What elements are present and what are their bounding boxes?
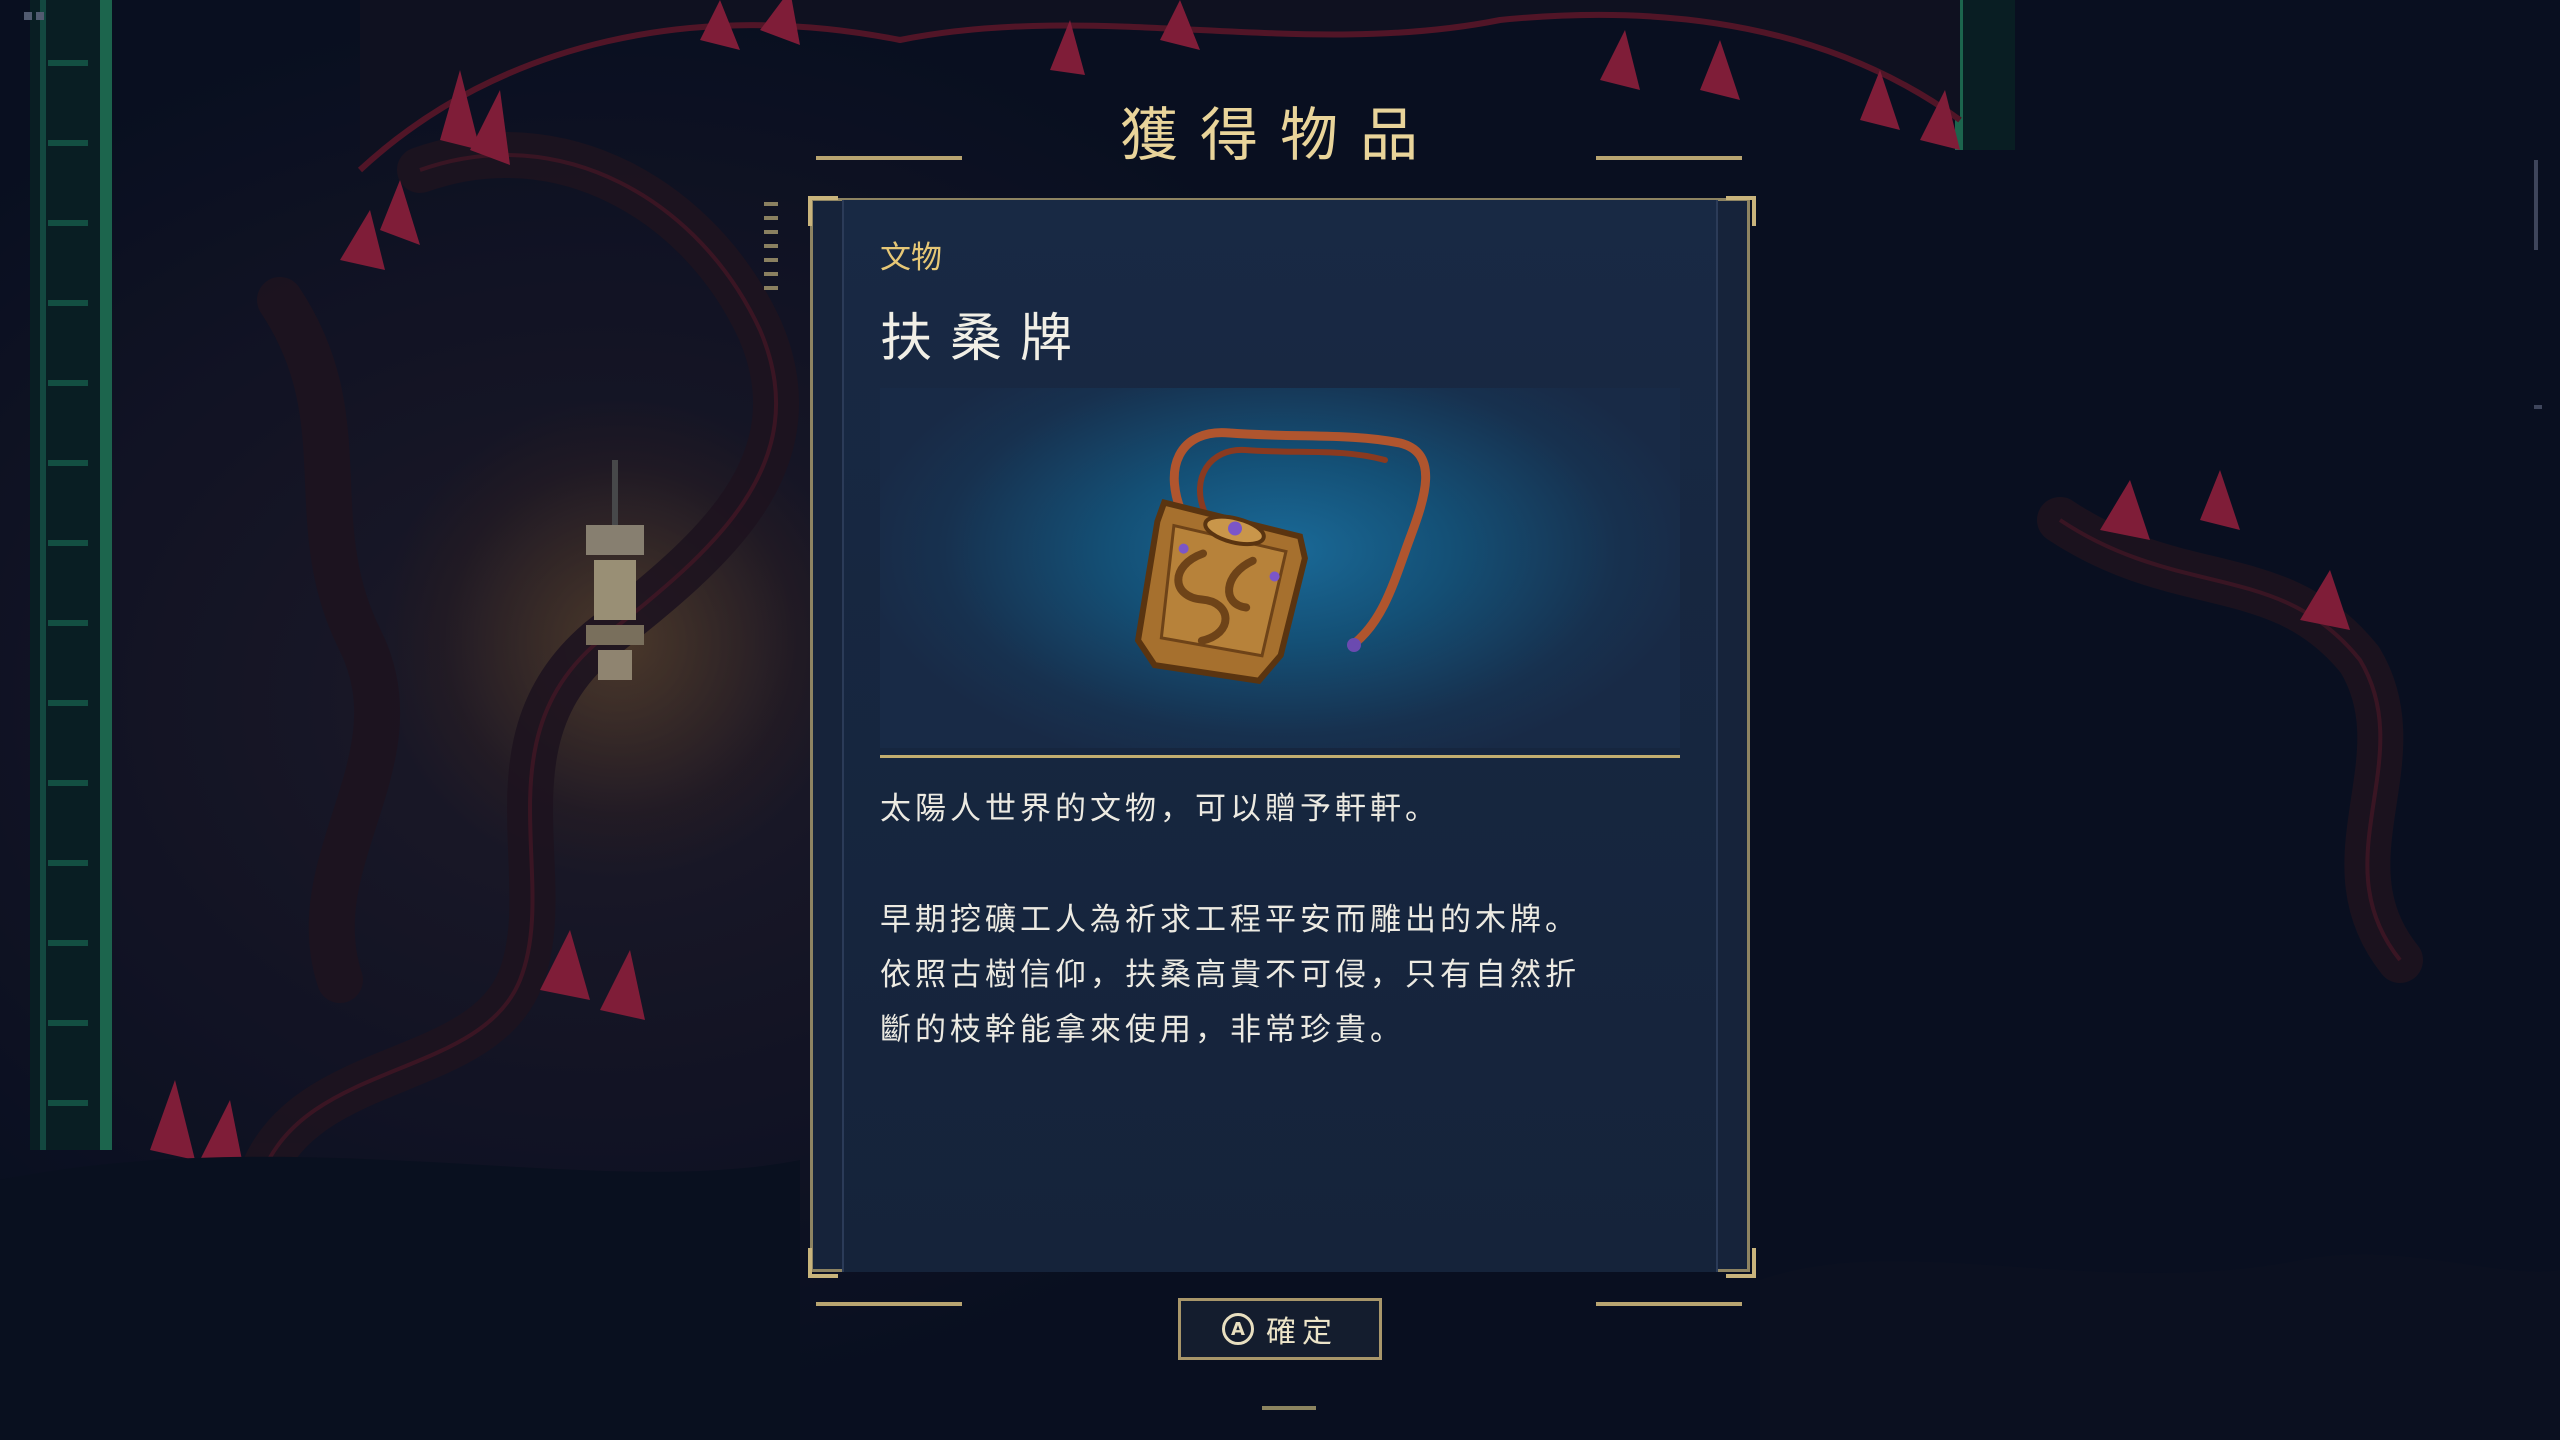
a-button-icon: A bbox=[1222, 1313, 1254, 1345]
corner-bracket bbox=[1726, 196, 1756, 226]
dialog-title: 獲得物品 bbox=[1119, 101, 1440, 169]
item-lore-line: 早期挖礦工人為祈求工程平安而雕出的木牌。 bbox=[880, 902, 1580, 938]
bottom-deco-line-left bbox=[816, 1302, 962, 1306]
panel-side-ticks bbox=[764, 202, 778, 290]
item-lore-line: 斷的枝幹能拿來使用，非常珍貴。 bbox=[880, 1012, 1405, 1048]
game-scene: 獲得物品 文物 扶桑牌 太陽人世界的文物，可以贈予軒軒。 早期挖礦工人為祈求工程… bbox=[0, 0, 2560, 1440]
bottom-deco-line-right bbox=[1596, 1302, 1742, 1306]
confirm-label: 確定 bbox=[1266, 1315, 1338, 1350]
title-deco-line-right bbox=[1596, 156, 1742, 160]
corner-bracket bbox=[808, 1248, 838, 1278]
wooden-amulet-icon bbox=[1134, 428, 1431, 684]
corner-bracket bbox=[1726, 1248, 1756, 1278]
bottom-indicator bbox=[1262, 1406, 1316, 1410]
corner-bracket bbox=[808, 196, 838, 226]
confirm-button[interactable]: A 確定 bbox=[1178, 1298, 1382, 1360]
item-name: 扶桑牌 bbox=[880, 309, 1091, 369]
description-divider bbox=[880, 755, 1680, 758]
title-deco-line-left bbox=[816, 156, 962, 160]
item-image-frame bbox=[880, 388, 1680, 748]
item-summary: 太陽人世界的文物，可以贈予軒軒。 bbox=[880, 791, 1440, 827]
item-lore-line: 依照古樹信仰，扶桑高貴不可侵，只有自然折 bbox=[880, 957, 1580, 993]
item-category: 文物 bbox=[880, 240, 942, 276]
